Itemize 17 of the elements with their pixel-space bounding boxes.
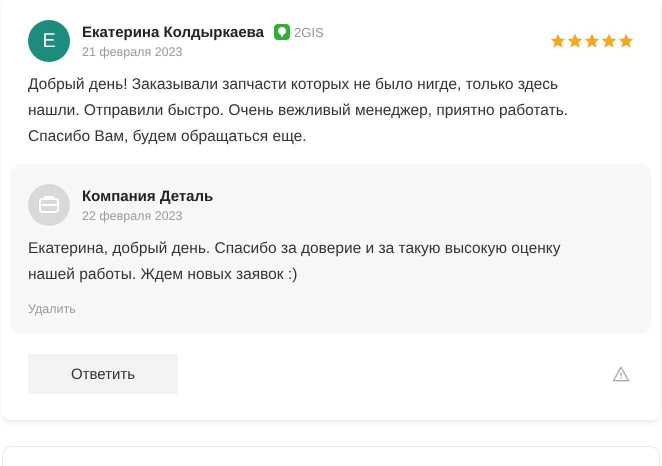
star-icon xyxy=(567,33,583,49)
review-date: 21 февраля 2023 xyxy=(82,44,184,58)
star-icon xyxy=(618,33,634,49)
author-name: Екатерина Колдыркаева xyxy=(82,24,264,40)
review-text: Добрый день! Заказывали запчасти которых не было нигде, только здесь нашли. Отправили быстро. Очень вежливый менеджер, приятно работать. Спасибо Вам, будем обращаться еще. xyxy=(27,75,570,147)
reply-date: 22 февраля 2023 xyxy=(82,208,184,222)
reply-button[interactable]: Ответить xyxy=(28,354,178,394)
pin-icon xyxy=(274,24,290,40)
warning-icon[interactable] xyxy=(612,366,630,382)
avatar: E xyxy=(28,20,70,62)
star-icon xyxy=(550,33,566,49)
reply-text: Екатерина, добрый день. Спасибо за доверие и за такую высокую оценку нашей работы. Ждем новых заявок :) xyxy=(27,239,562,285)
star-icon xyxy=(601,33,617,49)
briefcase-icon xyxy=(28,184,70,226)
company-name: Компания Деталь xyxy=(82,188,214,204)
star-icon xyxy=(584,33,600,49)
source-label: 2GIS xyxy=(294,24,324,40)
